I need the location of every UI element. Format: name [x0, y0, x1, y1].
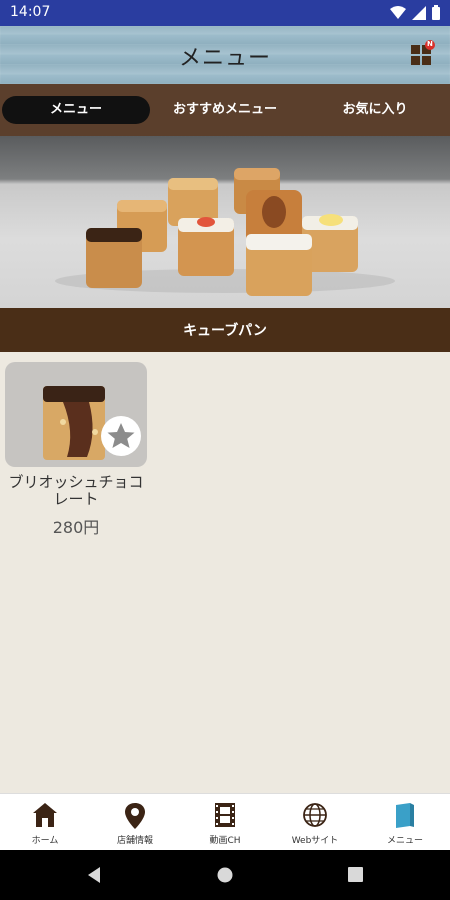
nav-store-info-label: 店舗情報 — [116, 836, 153, 846]
category-title: キューブパン — [183, 323, 267, 339]
globe-icon — [303, 803, 327, 827]
film-icon — [215, 803, 235, 827]
product-image — [5, 362, 147, 467]
home-icon — [33, 803, 57, 827]
nav-video-channel-label: 動画CH — [209, 836, 241, 846]
tab-menu[interactable]: メニュー — [2, 96, 150, 124]
book-icon — [396, 803, 414, 828]
nav-store-info[interactable]: 店舗情報 — [90, 794, 180, 851]
nav-home-label: ホーム — [31, 836, 59, 846]
tab-favorites[interactable]: お気に入り — [300, 96, 450, 124]
nav-video-channel[interactable]: 動画CH — [180, 794, 270, 851]
tab-recommended[interactable]: おすすめメニュー — [150, 96, 300, 124]
category-header: キューブパン — [0, 308, 450, 352]
bottom-navigation: ホーム 店舗情報 動画CH Webサイト メニュー — [0, 793, 450, 851]
signal-icon — [412, 5, 426, 20]
star-icon — [107, 423, 135, 448]
recent-apps-icon[interactable] — [348, 867, 363, 882]
status-icons — [390, 5, 440, 20]
cube-bread-photo — [55, 168, 395, 296]
system-navigation-bar — [0, 850, 450, 900]
nav-website-label: Webサイト — [291, 836, 339, 846]
nav-website[interactable]: Webサイト — [270, 794, 360, 851]
app-header: メニュー N — [0, 26, 450, 84]
grid-menu-button[interactable]: N — [410, 40, 436, 66]
hero-banner-image — [0, 136, 450, 308]
nav-menu-label: メニュー — [386, 836, 423, 846]
tab-bar: メニュー おすすめメニュー お気に入り — [0, 84, 450, 136]
product-name: ブリオッシュチョコレート — [8, 473, 144, 508]
nav-home[interactable]: ホーム — [0, 794, 90, 851]
favorite-button[interactable] — [101, 416, 141, 456]
notification-badge: N — [427, 40, 433, 48]
status-bar: 14:07 — [0, 0, 450, 26]
back-icon[interactable] — [86, 866, 102, 884]
nav-menu[interactable]: メニュー — [360, 794, 450, 851]
product-price: 280円 — [52, 518, 100, 537]
wifi-icon — [390, 5, 406, 19]
home-circle-icon[interactable] — [217, 867, 233, 883]
status-time: 14:07 — [10, 4, 51, 20]
page-title: メニュー — [178, 46, 271, 71]
battery-icon — [432, 5, 440, 20]
location-pin-icon — [125, 803, 145, 829]
